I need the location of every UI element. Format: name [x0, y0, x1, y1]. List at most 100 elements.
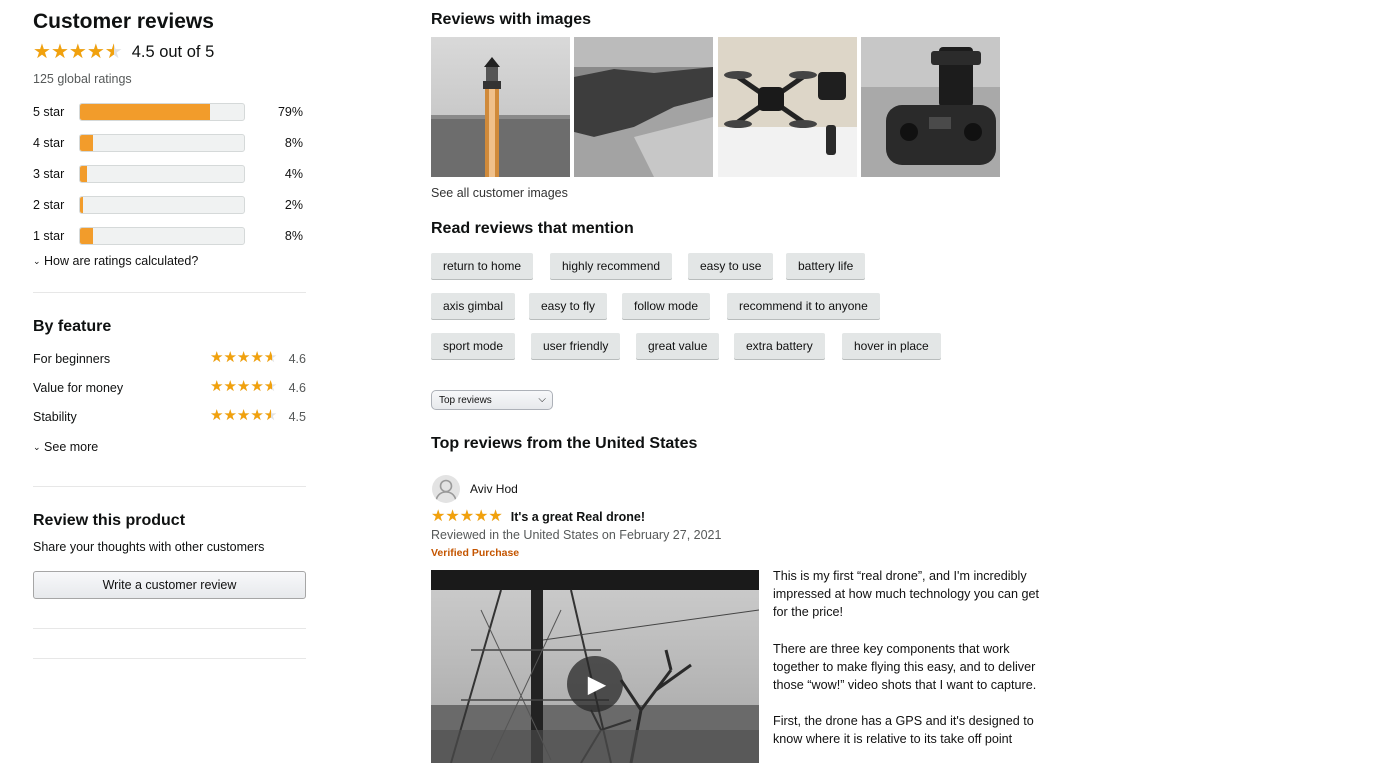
- mention-chip[interactable]: extra battery: [734, 333, 825, 359]
- star-icon: ★★: [445, 508, 460, 525]
- star-icon: ★★: [50, 41, 69, 63]
- star-icon: ★★: [223, 378, 237, 395]
- review-headline[interactable]: It's a great Real drone!: [511, 510, 645, 524]
- review-this-product-title: Review this product: [33, 512, 186, 529]
- star-icon: ★★: [210, 349, 224, 366]
- feature-value: 4.6: [288, 381, 306, 395]
- by-feature-title: By feature: [33, 318, 112, 335]
- rating-histogram-row[interactable]: 3 star 4%: [33, 164, 303, 184]
- global-ratings-count: 125 global ratings: [33, 72, 132, 86]
- review-video[interactable]: ▶: [431, 570, 759, 763]
- star-icon: ★★: [236, 378, 251, 395]
- reviewer-avatar[interactable]: [432, 475, 460, 503]
- star-icon: ★★: [488, 508, 503, 525]
- rating-percent: 8%: [284, 229, 303, 243]
- see-more-link[interactable]: ⌄ See more: [33, 440, 98, 454]
- star-level-label: 5 star: [33, 105, 65, 119]
- star-icon: ★★: [68, 41, 87, 63]
- star-icon: ★★: [223, 407, 237, 424]
- feature-stars: ★★★★★★★★★★: [210, 408, 277, 423]
- chevron-down-icon: ⌄: [33, 442, 41, 452]
- star-icon: ★★: [236, 349, 251, 366]
- divider: [33, 486, 306, 487]
- star-icon: ★★: [263, 349, 278, 366]
- review-image-thumbnail[interactable]: [574, 37, 713, 177]
- mention-chip[interactable]: axis gimbal: [431, 293, 516, 319]
- review-image-thumbnail[interactable]: [431, 37, 570, 177]
- review-rating-stars[interactable]: ★ ★ ★ ★ ★ ★ ★ ★ ★ ★: [431, 509, 503, 525]
- divider: [33, 292, 306, 293]
- star-icon: ★★: [250, 378, 264, 395]
- mention-chip[interactable]: hover in place: [842, 333, 941, 359]
- lighthouse-photo: [431, 37, 570, 177]
- star-icon: ★★: [236, 407, 251, 424]
- mention-chip[interactable]: highly recommend: [550, 253, 673, 279]
- rating-histogram-row[interactable]: 4 star 8%: [33, 133, 303, 153]
- star-icon: ★★: [104, 41, 123, 63]
- mention-chip[interactable]: user friendly: [531, 333, 621, 359]
- play-button[interactable]: ▶: [567, 656, 623, 712]
- review-header: ★ ★ ★ ★ ★ ★ ★ ★ ★ ★ It's a great Real drone!: [431, 508, 645, 526]
- mention-chip[interactable]: follow mode: [622, 293, 711, 319]
- mention-chip[interactable]: recommend it to anyone: [727, 293, 880, 319]
- mention-chip[interactable]: sport mode: [431, 333, 516, 359]
- write-review-button[interactable]: Write a customer review: [33, 571, 306, 599]
- feature-stars: ★★★★★★★★★★: [210, 350, 277, 365]
- review-image-thumbnail[interactable]: [861, 37, 1000, 177]
- star-icon: ★★: [431, 508, 446, 525]
- review-date: Reviewed in the United States on Februar…: [431, 528, 722, 542]
- star-level-label: 1 star: [33, 229, 65, 243]
- rating-histogram-row[interactable]: 1 star 8%: [33, 226, 303, 246]
- rating-bar: [79, 196, 245, 214]
- review-this-product-subtitle: Share your thoughts with other customers: [33, 540, 265, 554]
- star-icon: ★★: [263, 378, 278, 395]
- remote-controller-photo: [861, 37, 1000, 177]
- see-all-customer-images-link[interactable]: See all customer images: [431, 186, 568, 200]
- rating-percent: 4%: [284, 167, 303, 181]
- customer-reviews-title: Customer reviews: [33, 10, 214, 33]
- overall-rating-stars[interactable]: ★★★★★★★★★★: [33, 42, 123, 62]
- how-ratings-calculated-link[interactable]: ⌄ How are ratings calculated?: [33, 254, 198, 268]
- star-icon: ★★: [210, 378, 224, 395]
- star-icon: ★★: [250, 349, 264, 366]
- read-reviews-mention-title: Read reviews that mention: [431, 220, 634, 237]
- rating-histogram-row[interactable]: 5 star 79%: [33, 102, 303, 122]
- feature-name: Stability: [33, 410, 77, 424]
- feature-value: 4.5: [288, 410, 306, 424]
- play-icon: ▶: [587, 670, 607, 698]
- mention-chip[interactable]: easy to use: [688, 253, 774, 279]
- rating-bar: [79, 165, 245, 183]
- rating-bar-fill: [80, 228, 94, 244]
- divider: [33, 658, 306, 659]
- feature-value: 4.6: [288, 352, 306, 366]
- rating-histogram-row[interactable]: 2 star 2%: [33, 195, 303, 215]
- see-more-label: See more: [44, 440, 99, 454]
- mention-chip[interactable]: battery life: [786, 253, 866, 279]
- mention-chip[interactable]: return to home: [431, 253, 534, 279]
- mention-chip[interactable]: great value: [636, 333, 720, 359]
- drone-photo: [718, 37, 857, 177]
- mention-chip[interactable]: easy to fly: [529, 293, 608, 319]
- review-image-thumbnail[interactable]: [718, 37, 857, 177]
- feature-name: For beginners: [33, 352, 111, 366]
- star-icon: ★★: [459, 508, 475, 525]
- review-paragraph: This is my first “real drone”, and I'm i…: [773, 569, 1040, 620]
- rating-bar-fill: [80, 166, 87, 182]
- star-icon: ★★: [474, 508, 489, 525]
- star-icon: ★★: [210, 407, 224, 424]
- star-level-label: 3 star: [33, 167, 65, 181]
- star-icon: ★★: [250, 407, 264, 424]
- chevron-down-icon: ⌵: [538, 394, 546, 405]
- rating-bar-fill: [80, 135, 94, 151]
- star-icon: ★★: [223, 349, 237, 366]
- sort-reviews-select[interactable]: Top reviews ⌵: [431, 390, 553, 410]
- star-level-label: 4 star: [33, 136, 65, 150]
- reviewer-name[interactable]: Aviv Hod: [470, 482, 518, 496]
- rating-percent: 2%: [284, 198, 303, 212]
- rating-percent: 79%: [277, 105, 303, 119]
- how-ratings-calculated-label: How are ratings calculated?: [44, 254, 199, 268]
- review-body: This is my first “real drone”, and I'm i…: [773, 567, 1053, 767]
- overall-rating: ★★★★★★★★★★ 4.5 out of 5: [33, 41, 214, 63]
- divider: [33, 628, 306, 629]
- star-icon: ★★: [33, 41, 51, 63]
